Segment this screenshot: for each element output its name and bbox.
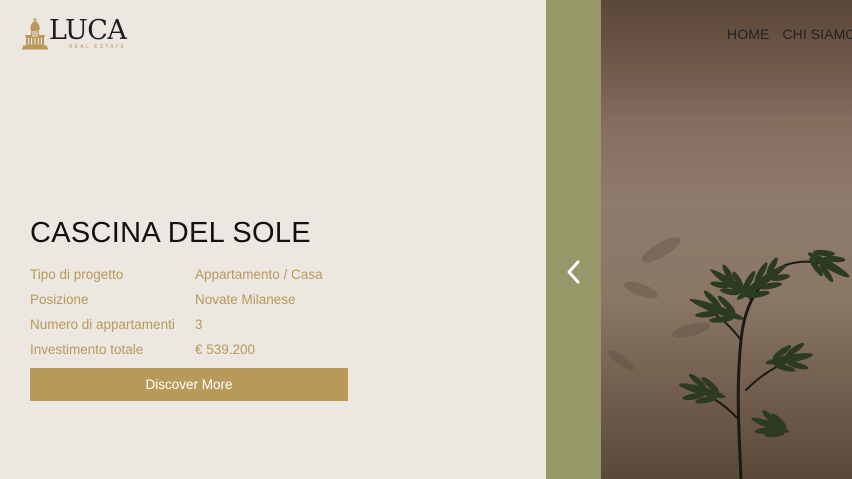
project-title: CASCINA DEL SOLE xyxy=(30,217,311,249)
nav-item-home[interactable]: HOME xyxy=(727,26,769,42)
detail-row: Investimento totale € 539.200 xyxy=(30,337,323,362)
project-photo xyxy=(601,0,852,479)
detail-label: Posizione xyxy=(30,292,89,307)
detail-value: € 539.200 xyxy=(195,342,256,357)
detail-value: Novate Milanese xyxy=(195,292,296,307)
page: LUCA REAL ESTATE HOME CHI SIAMO CASCINA … xyxy=(0,0,852,479)
detail-label: Tipo di progetto xyxy=(30,267,124,282)
brand-logo[interactable]: LUCA REAL ESTATE xyxy=(22,15,127,50)
project-details: Tipo di progetto Appartamento / Casa Pos… xyxy=(30,262,323,362)
brand-tagline: REAL ESTATE xyxy=(69,44,127,50)
detail-row: Posizione Novate Milanese xyxy=(30,287,323,312)
discover-more-button[interactable]: Discover More xyxy=(30,368,348,401)
detail-value: Appartamento / Casa xyxy=(195,267,323,282)
cathedral-icon xyxy=(22,18,48,50)
detail-label: Numero di appartamenti xyxy=(30,317,175,332)
chevron-left-icon[interactable] xyxy=(563,258,585,286)
brand-name: LUCA xyxy=(49,15,127,46)
main-nav: HOME CHI SIAMO xyxy=(727,26,852,42)
detail-label: Investimento totale xyxy=(30,342,144,357)
detail-value: 3 xyxy=(195,317,203,332)
detail-row: Numero di appartamenti 3 xyxy=(30,312,323,337)
plant-image xyxy=(601,0,852,479)
detail-row: Tipo di progetto Appartamento / Casa xyxy=(30,262,323,287)
nav-item-chi-siamo[interactable]: CHI SIAMO xyxy=(782,26,852,42)
slider-accent-band xyxy=(546,0,601,479)
